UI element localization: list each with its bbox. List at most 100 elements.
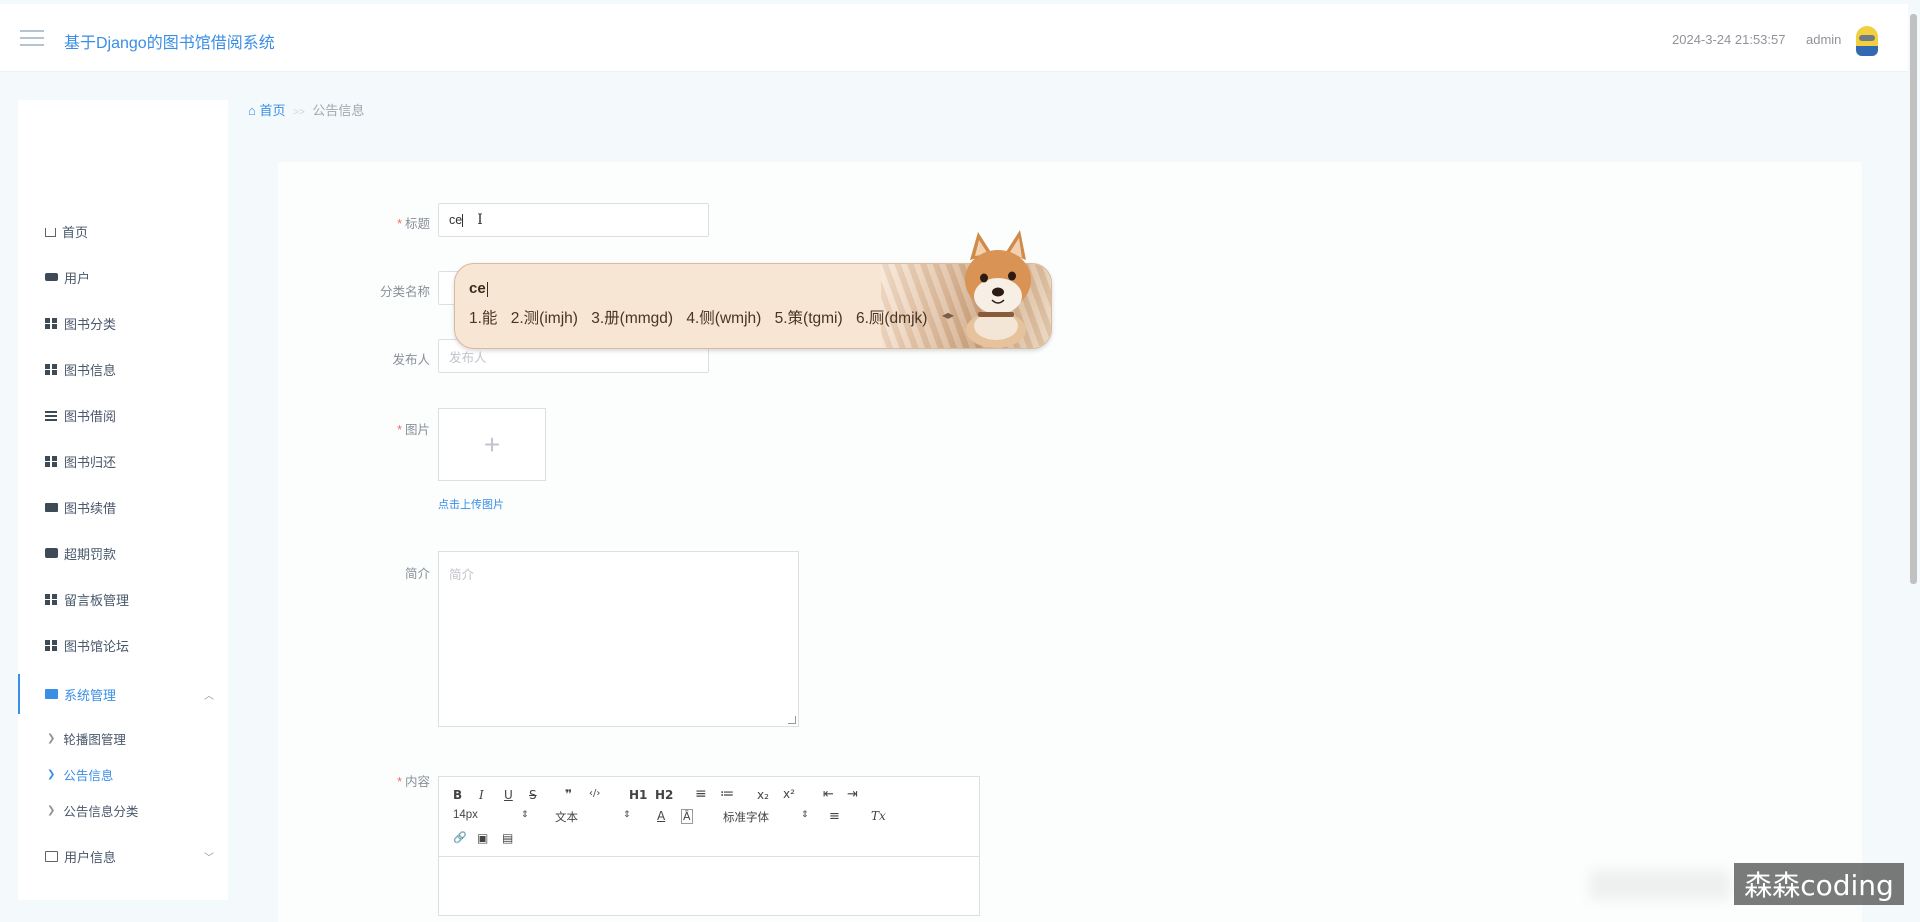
align-button[interactable]: ≡ — [829, 809, 840, 824]
title-input[interactable]: ce I — [438, 203, 709, 237]
sidebar-item-book-category[interactable]: 图书分类 — [18, 305, 228, 341]
sidebar-item-message-board[interactable]: 留言板管理 — [18, 581, 228, 617]
monitor-icon — [45, 502, 58, 512]
link-button[interactable]: 🔗 — [453, 831, 467, 844]
chevron-down-icon: ﹀ — [204, 852, 214, 864]
image-upload-button[interactable]: + — [438, 408, 546, 481]
heading1-button[interactable]: H1 — [629, 788, 647, 802]
sidebar-item-user-info[interactable]: 用户信息 ﹀ — [18, 838, 228, 874]
background-color-button[interactable]: Ā — [681, 809, 693, 824]
sidebar-subitem-label: 公告信息 — [63, 768, 114, 783]
code-block-button[interactable]: ‹/› — [589, 788, 600, 799]
avatar[interactable] — [1856, 26, 1878, 56]
sidebar-subitem-announcement-category[interactable]: ❯ 公告信息分类 — [18, 795, 228, 825]
underline-button[interactable]: U — [504, 788, 513, 802]
home-icon — [45, 227, 56, 237]
category-label: 分类名称 — [379, 285, 430, 299]
updown-icon: ⇕ — [801, 809, 809, 819]
ime-pinyin: ce — [469, 280, 488, 297]
ime-candidate[interactable]: 5.策(tgmi) — [775, 310, 843, 327]
sidebar-item-overdue-fine[interactable]: 超期罚款 — [18, 535, 228, 571]
sidebar: 首页 用户 图书分类 图书信息 图书借阅 图书归还 图书续借 超期罚款 留言板管… — [18, 100, 228, 900]
chat-icon — [45, 548, 58, 558]
grid-icon — [45, 593, 58, 605]
sidebar-item-home[interactable]: 首页 — [18, 213, 228, 249]
chevron-right-icon: ❯ — [47, 768, 56, 780]
card-icon — [45, 850, 58, 862]
italic-button[interactable]: I — [479, 788, 484, 802]
sidebar-subitem-label: 公告信息分类 — [63, 804, 139, 819]
publisher-label: 发布人 — [392, 353, 430, 367]
image-button[interactable]: ▣ — [477, 831, 488, 845]
clear-format-button[interactable]: Tx — [871, 809, 886, 823]
heading2-button[interactable]: H2 — [655, 788, 673, 802]
editor-content-area[interactable] — [439, 857, 979, 915]
ime-candidate[interactable]: 3.册(mmgd) — [591, 310, 673, 327]
title-label: * 标题 — [397, 217, 430, 231]
sidebar-item-label: 用户信息 — [64, 849, 117, 865]
sidebar-item-label: 图书续借 — [64, 500, 117, 516]
updown-icon: ⇕ — [623, 809, 631, 819]
rich-text-editor: B I U S ❞ ‹/› H1 H2 ≡ ≔ x₂ x² ⇤ ⇥ 14px ⇕… — [438, 776, 980, 916]
grid-icon — [45, 363, 58, 375]
upload-hint[interactable]: 点击上传图片 — [438, 496, 504, 512]
text-color-button[interactable]: A — [657, 809, 665, 823]
ordered-list-button[interactable]: ≡ — [695, 786, 707, 802]
indent-button[interactable]: ⇥ — [847, 787, 858, 802]
sidebar-item-book-borrow[interactable]: 图书借阅 — [18, 397, 228, 433]
updown-icon: ⇕ — [521, 809, 529, 819]
sidebar-item-label: 图书馆论坛 — [64, 638, 130, 654]
breadcrumb-home[interactable]: ⌂ 首页 — [248, 103, 285, 118]
outdent-button[interactable]: ⇤ — [823, 787, 834, 802]
bullet-list-button[interactable]: ≔ — [720, 786, 734, 802]
subscript-button[interactable]: x₂ — [757, 788, 769, 802]
ime-candidate-list: 1.能 2.测(imjh) 3.册(mmgd) 4.侧(wmjh) 5.策(tg… — [469, 306, 936, 328]
ime-candidate[interactable]: 4.侧(wmjh) — [686, 310, 761, 327]
page-scrollbar[interactable] — [1910, 14, 1917, 584]
font-family-select[interactable]: 标准字体 ⇕ — [723, 809, 809, 825]
chevron-right-icon: ❯ — [47, 804, 56, 816]
strikethrough-button[interactable]: S — [529, 788, 537, 802]
sidebar-item-label: 图书借阅 — [64, 408, 117, 424]
sidebar-item-users[interactable]: 用户 — [18, 259, 228, 295]
watermark: 森森coding — [1734, 863, 1904, 905]
font-size-select[interactable]: 14px ⇕ — [453, 809, 529, 821]
hamburger-menu-icon[interactable] — [20, 30, 44, 48]
app-title: 基于Django的图书馆借阅系统 — [64, 35, 275, 52]
sidebar-item-book-info[interactable]: 图书信息 — [18, 351, 228, 387]
ime-candidate[interactable]: 6.厕(dmjk) — [856, 310, 927, 327]
sidebar-item-library-forum[interactable]: 图书馆论坛 — [18, 627, 228, 663]
grid-icon — [45, 455, 58, 467]
intro-textarea[interactable]: 简介 — [438, 551, 799, 727]
ime-candidate[interactable]: 1.能 — [469, 310, 497, 327]
bold-button[interactable]: B — [453, 788, 462, 802]
list-icon — [45, 409, 58, 421]
ime-candidate[interactable]: 2.测(imjh) — [511, 310, 578, 327]
sidebar-item-label: 系统管理 — [64, 687, 117, 703]
sidebar-subitem-label: 轮播图管理 — [63, 732, 126, 747]
sidebar-item-label: 留言板管理 — [64, 592, 130, 608]
sidebar-item-book-renew[interactable]: 图书续借 — [18, 489, 228, 525]
content-label: * 内容 — [397, 775, 430, 789]
sidebar-item-label: 超期罚款 — [64, 546, 117, 562]
breadcrumb-current: 公告信息 — [312, 103, 365, 118]
grid-icon — [45, 317, 58, 329]
text-cursor-icon: I — [477, 212, 483, 228]
sidebar-item-book-return[interactable]: 图书归还 — [18, 443, 228, 479]
sidebar-item-system-management[interactable]: 系统管理 ︿ — [18, 674, 228, 714]
superscript-button[interactable]: x² — [783, 787, 795, 801]
chevron-right-icon: ❯ — [47, 732, 56, 744]
breadcrumb-separator: >> — [293, 107, 305, 118]
blockquote-button[interactable]: ❞ — [565, 787, 572, 801]
breadcrumb: ⌂ 首页 >> 公告信息 — [248, 100, 364, 119]
text-style-select[interactable]: 文本 ⇕ — [555, 809, 631, 825]
video-button[interactable]: ▤ — [502, 831, 513, 845]
username[interactable]: admin — [1806, 32, 1841, 47]
chevron-up-icon: ︿ — [204, 690, 214, 702]
intro-label: 简介 — [404, 567, 430, 581]
sidebar-subitem-carousel[interactable]: ❯ 轮播图管理 — [18, 723, 228, 753]
sidebar-item-label: 首页 — [62, 224, 89, 240]
sidebar-subitem-announcement[interactable]: ❯ 公告信息 — [18, 759, 228, 789]
folder-icon — [45, 689, 58, 699]
resize-handle-icon[interactable] — [788, 716, 796, 724]
